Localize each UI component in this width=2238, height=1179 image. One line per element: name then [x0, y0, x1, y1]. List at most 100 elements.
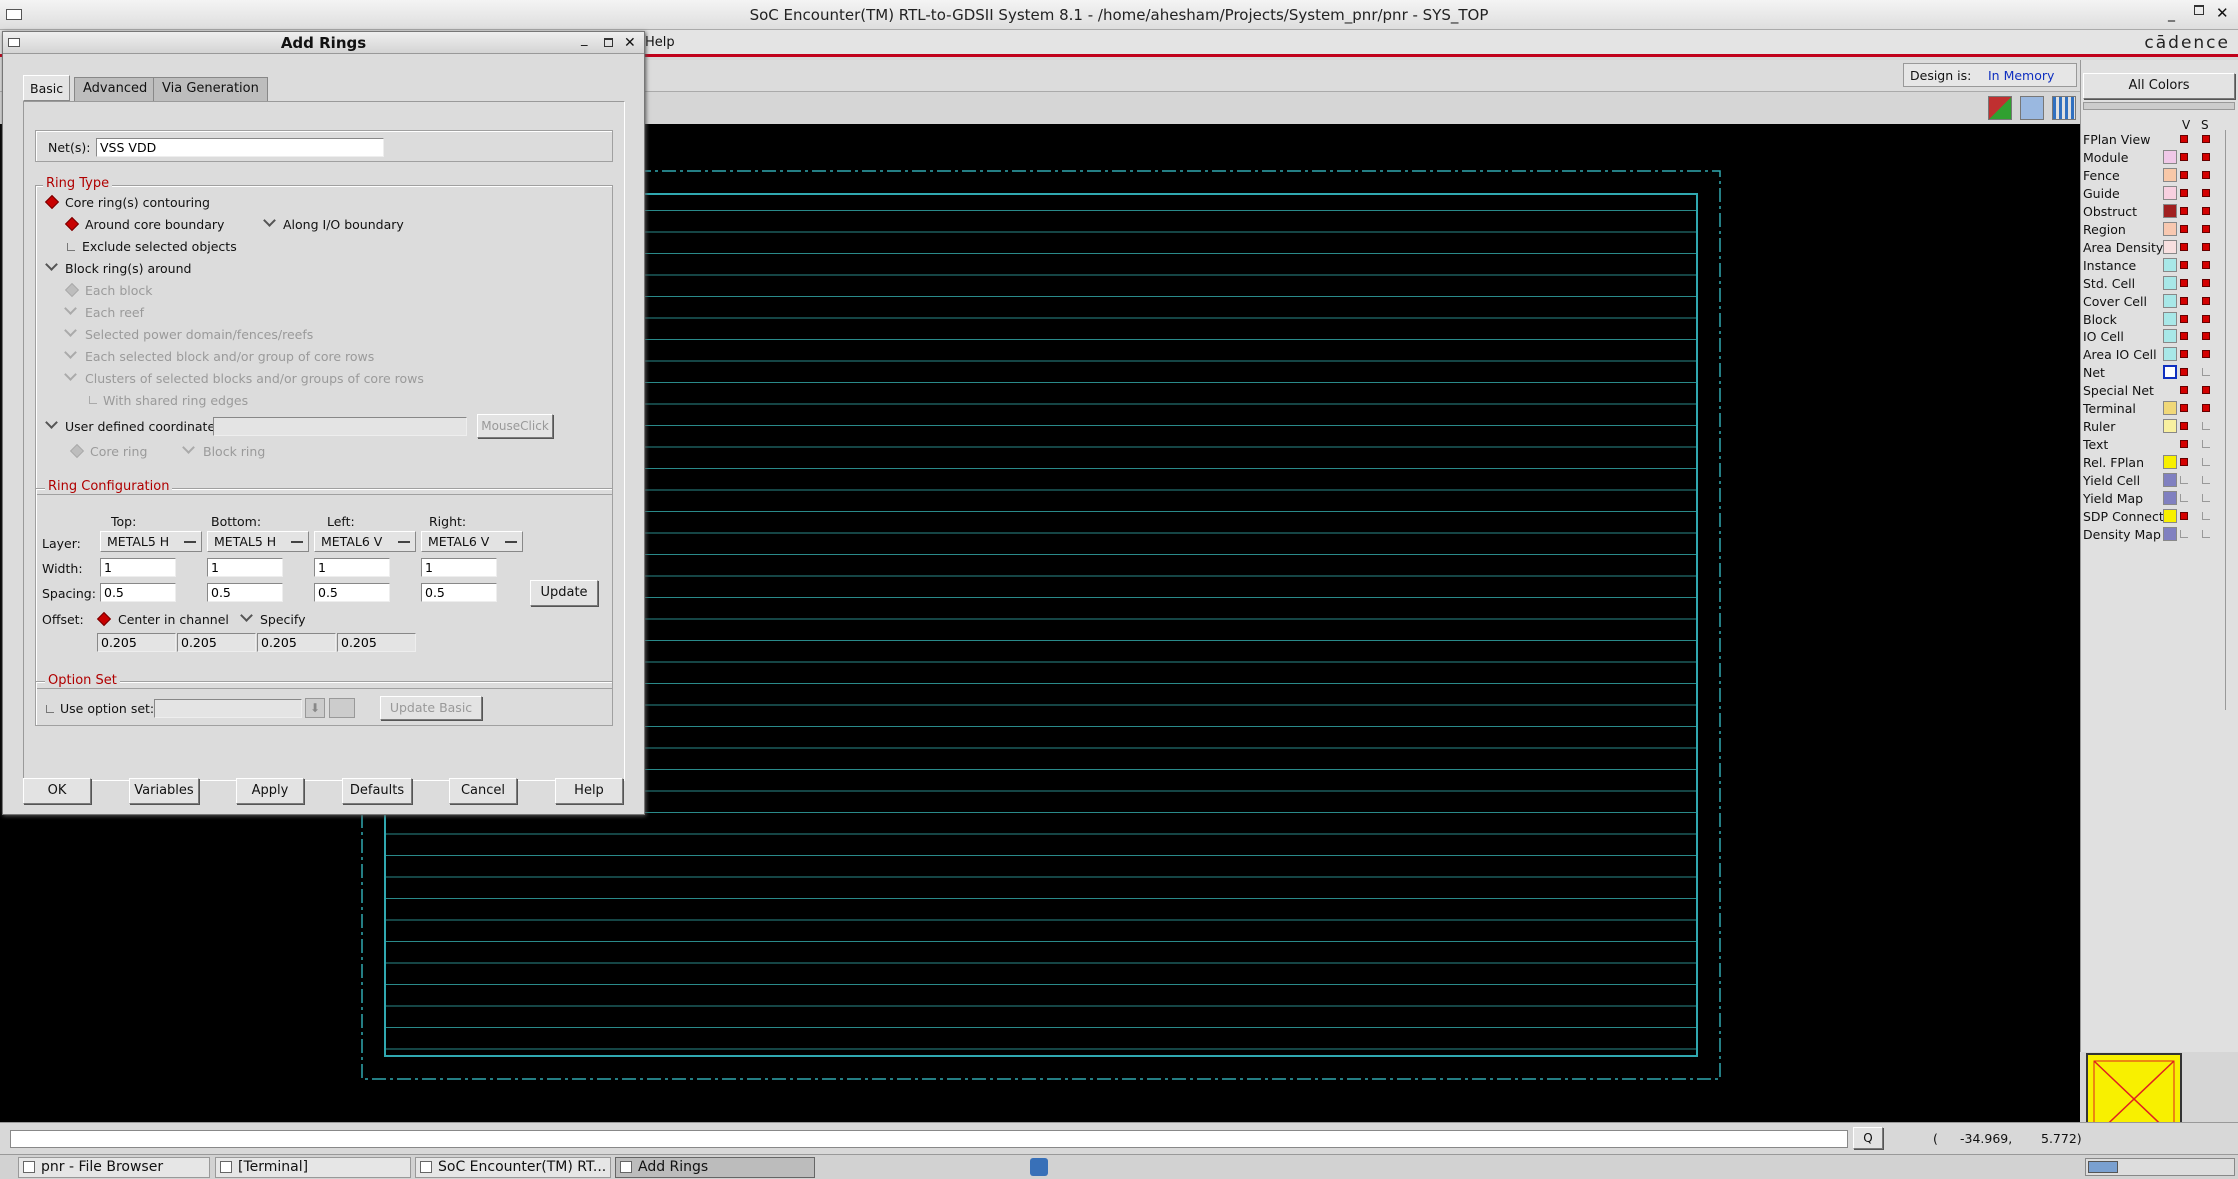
visible-toggle[interactable] [2180, 422, 2188, 430]
mouseclick-button[interactable]: MouseClick [477, 414, 553, 438]
visible-toggle[interactable] [2180, 350, 2188, 358]
legend-row[interactable]: Area Density [2083, 240, 2163, 255]
selectable-toggle[interactable] [2202, 297, 2210, 305]
ok-button[interactable]: OK [23, 778, 91, 804]
download-icon[interactable]: ⬇ [305, 698, 325, 718]
offset-top-input[interactable] [97, 633, 176, 652]
menu-help[interactable]: Help [645, 35, 675, 50]
legend-color-swatch[interactable] [2163, 347, 2177, 361]
legend-color-swatch[interactable] [2163, 329, 2177, 343]
legend-row[interactable]: IO Cell [2083, 329, 2124, 344]
selectable-toggle[interactable] [2202, 279, 2210, 287]
selectable-toggle[interactable] [2202, 153, 2210, 161]
selectable-toggle[interactable] [2202, 458, 2210, 466]
selectable-toggle[interactable] [2202, 386, 2210, 394]
visible-toggle[interactable] [2180, 386, 2188, 394]
legend-color-swatch[interactable] [2163, 276, 2177, 290]
visible-toggle[interactable] [2180, 368, 2188, 376]
offset-left-input[interactable] [257, 633, 336, 652]
legend-row[interactable]: Guide [2083, 186, 2120, 201]
selectable-toggle[interactable] [2202, 494, 2210, 502]
legend-row[interactable]: FPlan View [2083, 132, 2150, 147]
legend-row[interactable]: Ruler [2083, 419, 2115, 434]
tray-icon[interactable] [1030, 1158, 1048, 1176]
legend-row[interactable]: Block [2083, 312, 2117, 327]
visible-toggle[interactable] [2180, 243, 2188, 251]
legend-row[interactable]: Density Map [2083, 527, 2161, 542]
selectable-toggle[interactable] [2202, 207, 2210, 215]
legend-color-swatch[interactable] [2163, 258, 2177, 272]
offset-right-input[interactable] [337, 633, 416, 652]
selectable-toggle[interactable] [2202, 243, 2210, 251]
visible-toggle[interactable] [2180, 494, 2188, 502]
command-input[interactable] [10, 1130, 1848, 1148]
width-left-input[interactable] [314, 558, 390, 577]
defaults-button[interactable]: Defaults [342, 778, 412, 804]
help-button[interactable]: Help [555, 778, 623, 804]
selectable-toggle[interactable] [2202, 422, 2210, 430]
selectable-toggle[interactable] [2202, 261, 2210, 269]
spacing-top-input[interactable] [100, 583, 176, 602]
legend-row[interactable]: Net [2083, 365, 2105, 380]
nets-input[interactable] [96, 138, 384, 157]
visible-toggle[interactable] [2180, 171, 2188, 179]
edit-option-icon[interactable] [329, 698, 355, 718]
dialog-close-icon[interactable]: ✕ [624, 32, 636, 54]
option-set-input[interactable] [154, 699, 302, 718]
legend-color-swatch[interactable] [2163, 401, 2177, 415]
visible-toggle[interactable] [2180, 135, 2188, 143]
legend-row[interactable]: Yield Cell [2083, 473, 2140, 488]
visible-toggle[interactable] [2180, 512, 2188, 520]
selectable-toggle[interactable] [2202, 135, 2210, 143]
legend-scrollbar[interactable] [2225, 130, 2237, 710]
panel-slider[interactable] [2083, 102, 2235, 110]
spacing-bottom-input[interactable] [207, 583, 283, 602]
all-colors-button[interactable]: All Colors [2083, 73, 2235, 99]
minimize-icon[interactable]: _ [2168, 6, 2175, 22]
task-add-rings[interactable]: Add Rings [615, 1157, 815, 1178]
visible-toggle[interactable] [2180, 458, 2188, 466]
visible-toggle[interactable] [2180, 315, 2188, 323]
selectable-toggle[interactable] [2202, 225, 2210, 233]
workspace-pager[interactable] [2085, 1158, 2235, 1176]
legend-row[interactable]: Std. Cell [2083, 276, 2135, 291]
visible-toggle[interactable] [2180, 404, 2188, 412]
visible-toggle[interactable] [2180, 261, 2188, 269]
visible-toggle[interactable] [2180, 189, 2188, 197]
floorplan-view-icon[interactable] [1988, 96, 2012, 120]
selectable-toggle[interactable] [2202, 440, 2210, 448]
use-option-set-checkbox[interactable] [46, 705, 54, 713]
task-terminal[interactable]: [Terminal] [215, 1157, 411, 1178]
visible-toggle[interactable] [2180, 476, 2188, 484]
update-button[interactable]: Update [530, 580, 598, 606]
width-bottom-input[interactable] [207, 558, 283, 577]
variables-button[interactable]: Variables [129, 778, 199, 804]
dialog-minimize-icon[interactable]: _ [581, 29, 588, 51]
visible-toggle[interactable] [2180, 440, 2188, 448]
legend-color-swatch[interactable] [2163, 473, 2177, 487]
tab-basic[interactable]: Basic [23, 75, 71, 101]
legend-color-swatch[interactable] [2163, 222, 2177, 236]
legend-color-swatch[interactable] [2163, 419, 2177, 433]
selectable-toggle[interactable] [2202, 315, 2210, 323]
dialog-menu-icon[interactable] [8, 38, 20, 47]
amoeba-view-icon[interactable] [2020, 96, 2044, 120]
offset-bottom-input[interactable] [177, 633, 256, 652]
visible-toggle[interactable] [2180, 530, 2188, 538]
tab-advanced[interactable]: Advanced [74, 77, 157, 101]
selectable-toggle[interactable] [2202, 512, 2210, 520]
exclude-selected-checkbox[interactable] [67, 243, 75, 251]
close-icon[interactable]: ✕ [2216, 4, 2229, 22]
legend-color-swatch[interactable] [2163, 365, 2177, 379]
dialog-maximize-icon[interactable] [604, 38, 613, 47]
legend-color-swatch[interactable] [2163, 527, 2177, 541]
legend-row[interactable]: Rel. FPlan [2083, 455, 2144, 470]
task-file-browser[interactable]: pnr - File Browser [18, 1157, 210, 1178]
width-right-input[interactable] [421, 558, 497, 577]
legend-row[interactable]: Yield Map [2083, 491, 2143, 506]
legend-color-swatch[interactable] [2163, 204, 2177, 218]
legend-row[interactable]: SDP Connect [2083, 509, 2164, 524]
visible-toggle[interactable] [2180, 225, 2188, 233]
spacing-left-input[interactable] [314, 583, 390, 602]
tab-via-generation[interactable]: Via Generation [153, 77, 268, 101]
